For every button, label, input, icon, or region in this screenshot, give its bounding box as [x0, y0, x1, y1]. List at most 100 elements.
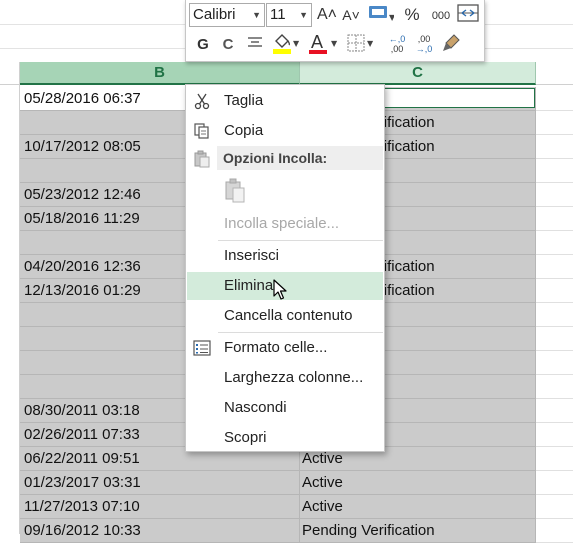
menu-item-label: Elimina	[224, 277, 274, 294]
menu-item-label: Formato celle...	[224, 339, 328, 356]
cursor-icon	[273, 279, 287, 300]
font-name-box[interactable]: Calibri ▼	[189, 3, 265, 27]
column-header-b[interactable]: B	[20, 62, 300, 85]
cell-c[interactable]: Active	[300, 495, 536, 519]
align-center-button[interactable]	[244, 34, 266, 56]
font-color-button[interactable]: A ▼	[306, 32, 340, 54]
decrease-decimal-bottom: →,0	[415, 44, 433, 54]
cell-d[interactable]	[536, 135, 573, 159]
italic-button[interactable]: C	[219, 34, 237, 56]
borders-icon: ▼	[347, 34, 374, 52]
menu-item-format-cells[interactable]: Formato celle...	[187, 334, 383, 362]
cell-d[interactable]	[536, 327, 573, 351]
format-cells-icon	[193, 339, 211, 357]
chevron-down-icon: ▼	[252, 10, 261, 20]
menu-item-insert[interactable]: Inserisci	[187, 242, 383, 270]
align-center-icon	[248, 37, 262, 47]
cell-b[interactable]: 09/16/2012 10:33	[20, 519, 300, 543]
paste-options-header: Opzioni Incolla:	[217, 146, 383, 170]
menu-item-label: Taglia	[224, 92, 264, 109]
menu-item-label: Cancella contenuto	[224, 307, 353, 324]
font-name-value: Calibri	[193, 6, 236, 23]
svg-text:▼: ▼	[293, 39, 300, 48]
menu-item-label: Scopri	[224, 429, 267, 446]
menu-item-clear-contents[interactable]: Cancella contenuto	[187, 302, 383, 330]
menu-item-cut[interactable]: Taglia	[187, 87, 383, 115]
fill-color-button[interactable]: ▼	[270, 32, 300, 54]
cell-b[interactable]: 01/23/2017 03:31	[20, 471, 300, 495]
cell-d[interactable]	[536, 279, 573, 303]
increase-decimal-top: ←,0	[388, 34, 406, 44]
font-size-value: 11	[270, 6, 286, 23]
cell-d[interactable]	[536, 495, 573, 519]
menu-separator	[218, 240, 383, 241]
increase-decimal-bottom: ,00	[390, 44, 404, 54]
cell-b[interactable]: 11/27/2013 07:10	[20, 495, 300, 519]
mini-toolbar: Calibri ▼ 11 ▼ A˄ A˅ ▼ % 000 G C ▼ A ▼ ▼…	[185, 0, 485, 62]
paint-bucket-icon: ▼	[273, 34, 300, 54]
select-all-corner[interactable]	[0, 62, 20, 85]
menu-item-paste-special[interactable]: Incolla speciale...	[187, 210, 383, 238]
grow-font-button[interactable]: A˄	[317, 4, 337, 26]
menu-item-label: Nascondi	[224, 399, 287, 416]
menu-item-label: Incolla speciale...	[224, 215, 340, 232]
table-row: 11/27/2013 07:10 Active	[20, 495, 536, 519]
cell-d[interactable]	[536, 207, 573, 231]
copy-icon	[193, 122, 211, 140]
menu-item-label: Inserisci	[224, 247, 280, 264]
chevron-down-icon: ▼	[299, 10, 308, 20]
format-painter-button[interactable]	[440, 33, 462, 55]
wrap-merge-button[interactable]	[456, 4, 480, 26]
cell-d[interactable]	[536, 471, 573, 495]
merge-cells-icon	[457, 4, 479, 22]
scissors-icon	[193, 92, 211, 110]
context-menu: Taglia Copia Opzioni Incolla: Incolla sp…	[185, 84, 385, 452]
menu-item-label: Copia	[224, 122, 264, 139]
increase-decimal-button[interactable]: ←,0 ,00	[385, 34, 409, 60]
paste-icon	[225, 178, 245, 203]
cell-c[interactable]: Pending Verification	[300, 519, 536, 543]
cell-d[interactable]	[536, 519, 573, 543]
paste-option-button[interactable]	[224, 178, 246, 204]
borders-button[interactable]: ▼	[346, 33, 376, 55]
menu-item-copy[interactable]: Copia	[187, 117, 383, 145]
decrease-decimal-button[interactable]: ,00 →,0	[412, 34, 436, 60]
table-row: 09/16/2012 10:33 Pending Verification	[20, 519, 536, 543]
menu-item-label: Larghezza colonne...	[224, 369, 364, 386]
cell-d[interactable]	[536, 303, 573, 327]
bold-button[interactable]: G	[194, 34, 212, 56]
shrink-font-button[interactable]: A˅	[341, 4, 361, 26]
paste-icon	[193, 150, 211, 168]
menu-separator	[218, 332, 383, 333]
row-headers[interactable]	[0, 85, 20, 534]
column-header-d[interactable]	[536, 62, 573, 85]
accounting-format-button[interactable]: ▼	[366, 4, 396, 26]
percent-style-button[interactable]: %	[402, 4, 422, 26]
table-row: 01/23/2017 03:31 Active	[20, 471, 536, 495]
menu-item-column-width[interactable]: Larghezza colonne...	[187, 364, 383, 392]
menu-item-hide[interactable]: Nascondi	[187, 394, 383, 422]
accounting-icon: ▼	[369, 6, 396, 22]
svg-text:▼: ▼	[367, 39, 374, 48]
font-size-box[interactable]: 11 ▼	[266, 3, 312, 27]
svg-text:▼: ▼	[331, 39, 338, 48]
cell-d[interactable]	[536, 183, 573, 207]
cell-d[interactable]	[536, 87, 573, 111]
menu-item-unhide[interactable]: Scopri	[187, 424, 383, 452]
format-painter-icon	[443, 34, 460, 51]
decrease-decimal-top: ,00	[417, 34, 431, 44]
comma-style-button[interactable]: 000	[429, 5, 453, 27]
cell-d[interactable]	[536, 159, 573, 183]
cell-d[interactable]	[536, 375, 573, 399]
svg-text:▼: ▼	[389, 13, 394, 22]
cell-d[interactable]	[536, 255, 573, 279]
cell-d[interactable]	[536, 423, 573, 447]
cell-d[interactable]	[536, 399, 573, 423]
cell-d[interactable]	[536, 111, 573, 135]
cell-c[interactable]: Active	[300, 471, 536, 495]
cell-d[interactable]	[536, 447, 573, 471]
cell-d[interactable]	[536, 231, 573, 255]
cell-d[interactable]	[536, 351, 573, 375]
column-header-c[interactable]: C	[300, 62, 536, 85]
font-color-letter: A	[311, 32, 324, 52]
